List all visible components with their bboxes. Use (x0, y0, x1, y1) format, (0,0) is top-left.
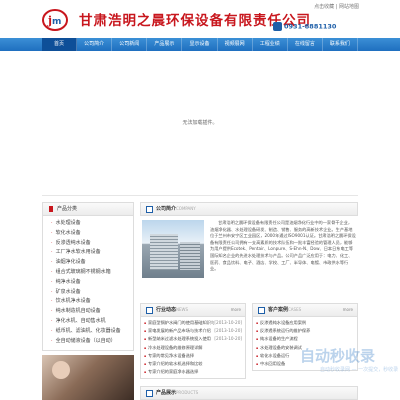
nav-item-message[interactable]: 在线留言 (288, 38, 323, 51)
section-icon (146, 390, 153, 397)
news-list: 家庭型锅炉水阀门的使用基础知识与维护[2013-10-20] 家电发展的新产品市… (140, 317, 246, 380)
about-text: 甘肃浩明之晨环保设备有限责任公司是油烟净化行业中的一家骨干企业，油烟净化器、水处… (210, 220, 356, 272)
news-more-link[interactable]: more (231, 307, 241, 312)
products-subtitle: PRODUCTS (176, 390, 199, 395)
news-item[interactable]: 冷水处理设备的维修原理详解 (141, 344, 245, 352)
news-item-title[interactable]: 专家的常见净水设备选择 (144, 352, 218, 360)
cases-subtitle: CASES (288, 307, 302, 312)
category-item[interactable]: 纯水制造机自动设备 (43, 307, 133, 317)
banner-plugin: 无法加载插件。 (42, 51, 358, 196)
nav-item-display[interactable]: 显示设备 (182, 38, 218, 51)
nav-item-projects[interactable]: 工程业绩 (253, 38, 288, 51)
case-item-title[interactable]: 纯水设备的生产流程 (256, 335, 352, 343)
news-item[interactable]: 家电发展的新产品市场与技术介绍[2013-10-20] (141, 327, 245, 335)
category-item[interactable]: 反渗透纯水设备 (43, 239, 133, 249)
category-item[interactable]: 矿泉水设备 (43, 288, 133, 298)
news-item-title[interactable]: 专家介绍的家庭净水器选择 (144, 368, 218, 376)
category-item[interactable]: 饮水机净水设备 (43, 297, 133, 307)
category-item[interactable]: 水处理设备 (43, 219, 133, 229)
news-item-title[interactable]: 家电发展的新产品市场与技术介绍 (144, 327, 214, 335)
svg-text:m: m (52, 17, 61, 27)
category-list: 水处理设备 软化水设备 反渗透纯水设备 工厂净水软水用设备 油烟净化设备 组合式… (42, 216, 134, 352)
nav-items: 首页 公司简介 公司新闻 产品展示 显示设备 视频展网 工程业绩 在线留言 联系… (42, 38, 358, 51)
section-icon (146, 206, 153, 213)
page: j m 甘肃浩明之晨环保设备有限责任公司 点击收藏 | 网站地图 0931-88… (0, 0, 400, 400)
watermark: 自动秒收录 (300, 347, 376, 365)
products-section: 产品展示 PRODUCTS (140, 386, 358, 400)
category-item[interactable]: 软化水设备 (43, 229, 133, 239)
category-item[interactable]: 全自动储液设备（以自动） (43, 337, 133, 347)
case-item[interactable]: 反渗透纯水设备应用案例 (253, 319, 357, 327)
about-title: 公司简介 (156, 206, 177, 212)
about-subtitle: COMPANY (176, 206, 196, 211)
news-item-title[interactable]: 家庭型锅炉水阀门的使用基础知识与维护 (144, 319, 214, 327)
news-item[interactable]: 家庭型锅炉水阀门的使用基础知识与维护[2013-10-20] (141, 319, 245, 327)
section-icon (146, 307, 153, 314)
company-building-image (142, 220, 204, 278)
news-title: 行业动态 (156, 307, 177, 313)
category-header: 产品分类 (42, 202, 134, 216)
phone-text: 0931-8881130 (284, 22, 337, 31)
news-item-date: [2013-10-20] (214, 328, 242, 334)
cases-title: 客户案例 (268, 307, 289, 313)
plugin-error-text: 无法加载插件。 (182, 120, 218, 126)
nav-item-home[interactable]: 首页 (42, 38, 78, 51)
news-item-title[interactable]: 专家介绍的软水机选择和比较 (144, 360, 218, 368)
news-header: 行业动态 NEWS more (140, 303, 246, 317)
cases-header: 客户案例 CASES more (252, 303, 358, 317)
case-item-title[interactable]: 反渗透纯水设备应用案例 (256, 319, 352, 327)
main-nav: 首页 公司简介 公司新闻 产品展示 显示设备 视频展网 工程业绩 在线留言 联系… (0, 38, 400, 51)
nav-item-video[interactable]: 视频展网 (218, 38, 253, 51)
news-item[interactable]: 专家的常见净水设备选择 (141, 352, 245, 360)
cases-more-link[interactable]: more (343, 307, 353, 312)
company-logo: j m (42, 9, 68, 31)
nav-item-news[interactable]: 公司新闻 (112, 38, 148, 51)
news-item[interactable]: 新型纳米过滤水处理系统投入使用[2013-10-20] (141, 335, 245, 343)
phone-number: 0931-8881130 (273, 22, 336, 31)
nav-item-about[interactable]: 公司简介 (77, 38, 113, 51)
news-item[interactable]: 专家介绍的软水机选择和比较 (141, 360, 245, 368)
watermark-subtitle: 自动秒收录网 — 一次提交，秒收录 (320, 367, 399, 373)
left-column: 产品分类 水处理设备 软化水设备 反渗透纯水设备 工厂净水软水用设备 油烟净化设… (42, 202, 134, 400)
phone-icon (273, 22, 282, 31)
case-item[interactable]: 纯水设备的生产流程 (253, 335, 357, 343)
about-body: 甘肃浩明之晨环保设备有限责任公司是油烟净化行业中的一家骨干企业，油烟净化器、水处… (140, 216, 358, 281)
contact-photo (42, 355, 134, 400)
category-item[interactable]: 工厂净水软水用设备 (43, 248, 133, 258)
news-item-date: [2013-10-20] (214, 336, 242, 342)
building-shape (150, 234, 178, 270)
category-item[interactable]: 纸币机、滤油机、化妆器设备 (43, 327, 133, 337)
case-item[interactable]: 反渗透系统运行的维护保养 (253, 327, 357, 335)
category-title: 产品分类 (57, 206, 78, 212)
news-item[interactable]: 专家介绍的家庭净水器选择 (141, 368, 245, 376)
news-subtitle: NEWS (176, 307, 189, 312)
case-item-title[interactable]: 反渗透系统运行的维护保养 (256, 327, 352, 335)
category-item[interactable]: 组合式玻璃钢不锈钢水箱 (43, 268, 133, 278)
about-section: 公司简介 COMPANY 甘肃浩明之晨环保设备有限责任公司是油烟净化行业中的一家… (140, 202, 358, 278)
nav-item-contact[interactable]: 联系我们 (323, 38, 358, 51)
header: j m 甘肃浩明之晨环保设备有限责任公司 点击收藏 | 网站地图 0931-88… (0, 0, 400, 38)
header-marker (49, 206, 53, 212)
building-shape (180, 242, 200, 270)
about-header: 公司简介 COMPANY (140, 202, 358, 216)
category-item[interactable]: 净化水机、自动售水机 (43, 317, 133, 327)
news-item-date: [2013-10-20] (214, 320, 242, 325)
section-icon (258, 307, 265, 314)
products-title: 产品展示 (156, 390, 177, 396)
news-item-title[interactable]: 新型纳米过滤水处理系统投入使用 (144, 335, 214, 343)
news-section: 行业动态 NEWS more 家庭型锅炉水阀门的使用基础知识与维护[2013-1… (140, 303, 246, 380)
nav-item-products[interactable]: 产品展示 (147, 38, 183, 51)
products-header: 产品展示 PRODUCTS (140, 386, 358, 400)
category-item[interactable]: 纯净水设备 (43, 278, 133, 288)
news-item-title[interactable]: 冷水处理设备的维修原理详解 (144, 344, 218, 352)
category-item[interactable]: 油烟净化设备 (43, 258, 133, 268)
top-links[interactable]: 点击收藏 | 网站地图 (314, 3, 359, 10)
